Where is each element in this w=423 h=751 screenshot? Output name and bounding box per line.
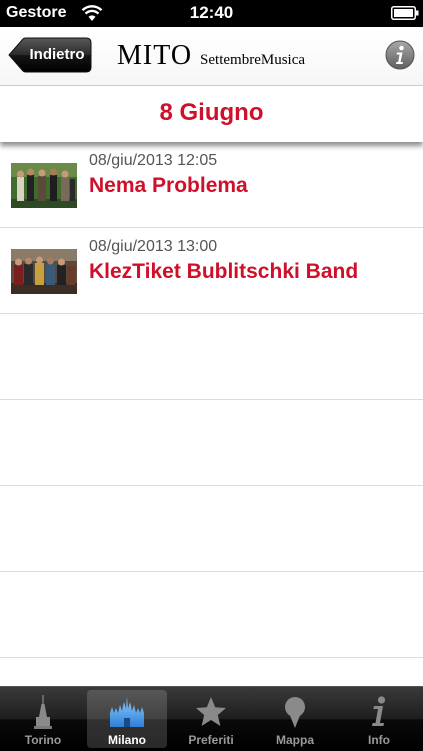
tab-torino[interactable]: Torino [3, 690, 83, 748]
info-icon [372, 696, 386, 726]
event-datetime: 08/giu/2013 13:00 [89, 238, 218, 255]
tab-info[interactable]: Info [339, 690, 419, 748]
tab-label: Preferiti [188, 733, 234, 747]
empty-list-row [0, 572, 423, 658]
back-button[interactable]: Indietro [8, 37, 92, 73]
event-list: 08/giu/2013 12:05 Nema Problema 08/giu/2… [0, 142, 423, 658]
map-pin-icon [285, 697, 305, 728]
tab-label: Mappa [275, 733, 314, 747]
navigation-bar: Indietro MITO SettembreMusica [0, 27, 423, 86]
tab-mappa[interactable]: Mappa [255, 690, 335, 748]
logo-subtitle: SettembreMusica [200, 52, 306, 68]
info-icon[interactable] [385, 40, 415, 70]
event-row[interactable]: 08/giu/2013 12:05 Nema Problema [0, 142, 423, 228]
status-time: 12:40 [189, 3, 234, 22]
date-header: 8 Giugno [0, 86, 423, 142]
event-datetime: 08/giu/2013 12:05 [89, 152, 218, 169]
tab-label: Info [368, 733, 390, 747]
empty-list-row [0, 314, 423, 400]
star-icon [196, 697, 226, 726]
duomo-icon [110, 697, 144, 727]
tab-preferiti[interactable]: Preferiti [171, 690, 251, 748]
empty-list-row [0, 486, 423, 572]
status-bar: Gestore 12:40 [0, 0, 423, 27]
band-photo [11, 163, 77, 208]
back-button-label: Indietro [29, 46, 85, 63]
date-title: 8 Giugno [159, 99, 264, 126]
logo-title: MITO [117, 40, 193, 71]
event-row[interactable]: 08/giu/2013 13:00 KlezTiket Bublitschki … [0, 228, 423, 314]
band-photo [11, 249, 77, 294]
tab-label: Torino [24, 733, 62, 747]
event-title: KlezTiket Bublitschki Band [89, 260, 359, 283]
event-title: Nema Problema [89, 174, 248, 197]
tab-milano[interactable]: Milano [87, 690, 167, 748]
tab-bar: Torino Milano Preferiti Mappa Info [0, 686, 423, 751]
battery-icon [391, 6, 419, 20]
empty-list-row [0, 400, 423, 486]
app-logo: MITO SettembreMusica [117, 40, 305, 72]
tab-label: Milano [108, 733, 146, 747]
mole-antonelliana-icon [34, 695, 52, 729]
